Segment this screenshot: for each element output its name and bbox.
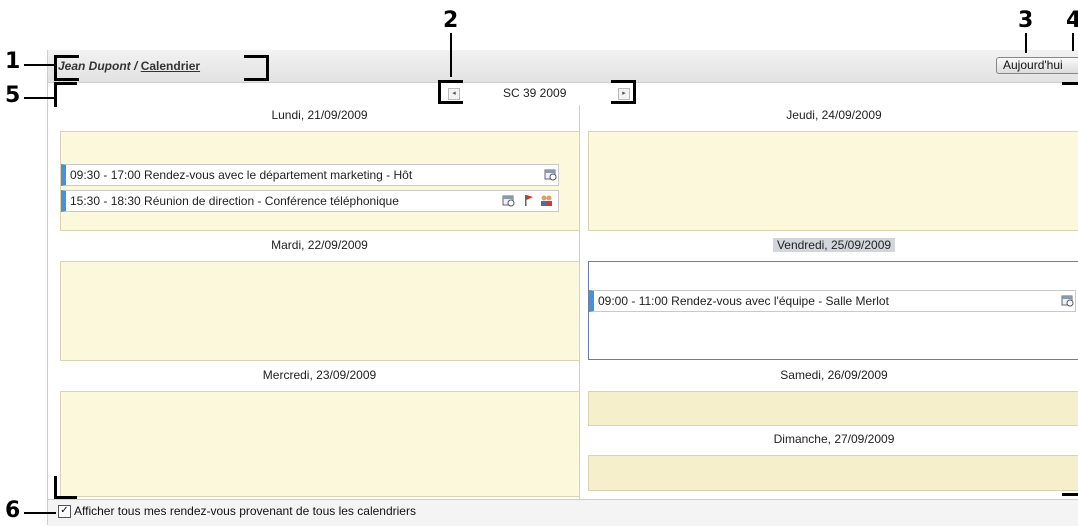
callout-2: 2 — [443, 8, 459, 33]
flag-icon — [525, 195, 533, 206]
show-all-calendars-checkbox[interactable]: ✓ — [58, 505, 71, 518]
day-area-monday[interactable]: 09:30 - 17:00 Rendez-vous avec le départ… — [60, 131, 580, 231]
callout-3-line — [1025, 33, 1027, 53]
callout-5-bracket-bottom-right — [1062, 493, 1078, 496]
day-header-thursday[interactable]: Jeudi, 24/09/2009 — [589, 108, 1078, 122]
breadcrumb-separator: / — [130, 59, 141, 73]
day-header-sunday[interactable]: Dimanche, 27/09/2009 — [589, 432, 1078, 446]
toolbar: Jean Dupont / Calendrier Aujourd'hui — [48, 50, 1078, 83]
day-area-tuesday[interactable] — [60, 261, 580, 361]
day-header-saturday[interactable]: Samedi, 26/09/2009 — [589, 368, 1078, 382]
callout-1: 1 — [5, 49, 21, 74]
week-navigator: ◂ SC 39 2009 ▸ — [48, 83, 1078, 105]
callout-1-bracket-right — [244, 55, 269, 81]
callout-5: 5 — [5, 83, 21, 108]
week-calendar: Lundi, 21/09/2009 09:30 - 17:00 Rendez-v… — [48, 105, 1078, 499]
today-button[interactable]: Aujourd'hui — [996, 57, 1078, 74]
day-area-sunday[interactable] — [588, 455, 1078, 491]
day-area-thursday[interactable] — [588, 131, 1078, 231]
event-item[interactable]: 09:00 - 11:00 Rendez-vous avec l'équipe … — [589, 290, 1076, 312]
event-text: 15:30 - 18:30 Réunion de direction - Con… — [70, 194, 399, 208]
week-label: SC 39 2009 — [503, 86, 567, 100]
calendar-link[interactable]: Calendrier — [141, 59, 200, 73]
callout-5-bracket-bottom — [54, 476, 77, 499]
event-item[interactable]: 15:30 - 18:30 Réunion de direction - Con… — [61, 190, 559, 212]
calendar-event-icon — [502, 195, 515, 207]
callout-6-line — [24, 512, 56, 514]
event-text: 09:30 - 17:00 Rendez-vous avec le départ… — [70, 168, 413, 182]
callout-3: 3 — [1018, 8, 1034, 33]
calendar-app: Jean Dupont / Calendrier Aujourd'hui ◂ S… — [47, 50, 1078, 526]
event-text: 09:00 - 11:00 Rendez-vous avec l'équipe … — [598, 294, 889, 308]
event-item[interactable]: 09:30 - 17:00 Rendez-vous avec le départ… — [61, 164, 559, 186]
footer-bar: ✓ Afficher tous mes rendez-vous provenan… — [48, 499, 1078, 526]
day-header-friday[interactable]: Vendredi, 25/09/2009 — [772, 238, 896, 252]
day-area-saturday[interactable] — [588, 391, 1078, 426]
callout-2-bracket-left — [438, 80, 463, 104]
day-area-wednesday[interactable] — [60, 391, 580, 497]
callout-1-line — [24, 64, 54, 66]
callout-2-bracket-right — [611, 80, 636, 104]
day-header-wednesday[interactable]: Mercredi, 23/09/2009 — [60, 368, 579, 382]
show-all-calendars-label: Afficher tous mes rendez-vous provenant … — [74, 504, 416, 518]
calendar-event-icon — [1061, 295, 1074, 307]
callout-5-bracket-top-right — [1062, 82, 1078, 85]
callout-5-bracket-top — [54, 82, 77, 107]
day-header-tuesday[interactable]: Mardi, 22/09/2009 — [60, 238, 579, 252]
callout-6: 6 — [5, 498, 21, 523]
callout-5-line — [24, 97, 54, 99]
callout-4: 4 — [1066, 8, 1078, 33]
participants-icon — [541, 195, 552, 206]
day-area-friday[interactable]: 09:00 - 11:00 Rendez-vous avec l'équipe … — [588, 261, 1078, 360]
breadcrumb: Jean Dupont / Calendrier — [58, 59, 200, 73]
day-header-monday[interactable]: Lundi, 21/09/2009 — [60, 108, 579, 122]
callout-2-line — [450, 33, 452, 77]
callout-4-line — [1072, 33, 1074, 51]
callout-1-bracket-left — [54, 55, 79, 81]
calendar-event-icon — [544, 169, 557, 181]
day-header-friday-wrap: Vendredi, 25/09/2009 — [589, 238, 1078, 252]
